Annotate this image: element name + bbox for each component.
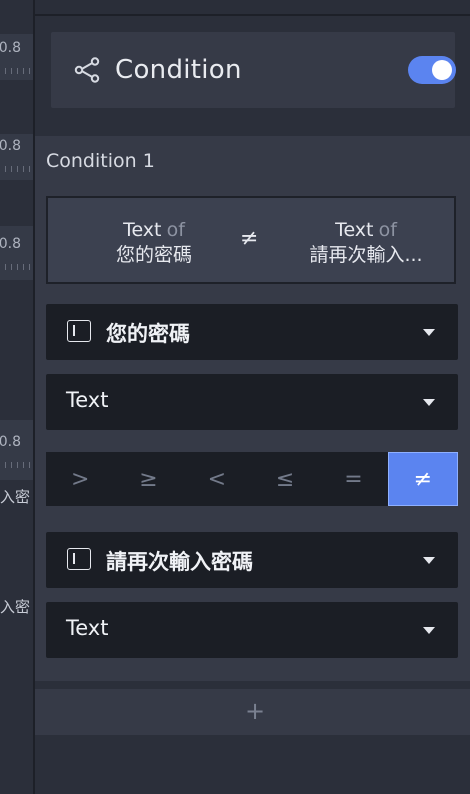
text-field-icon bbox=[67, 320, 91, 342]
summary-right-field: 請再次輸入... bbox=[309, 244, 423, 266]
summary-right-of: of bbox=[378, 219, 397, 241]
canvas-label: 入密 bbox=[0, 598, 31, 616]
right-type-select[interactable]: Text bbox=[46, 602, 458, 658]
right-field-select-label: 請再次輸入密碼 bbox=[106, 550, 253, 574]
canvas-ticks bbox=[0, 264, 33, 270]
condition-summary[interactable]: Text of 您的密碼 ≠ Text of 請再次輸入... bbox=[46, 196, 456, 284]
left-field-select-label: 您的密碼 bbox=[106, 322, 190, 346]
canvas-value: 0.8 bbox=[0, 40, 21, 56]
canvas-value: 0.8 bbox=[0, 434, 21, 450]
summary-operator: ≠ bbox=[240, 226, 259, 251]
left-type-select[interactable]: Text bbox=[46, 374, 458, 430]
left-field-select[interactable]: 您的密碼 bbox=[46, 304, 458, 360]
text-field-icon bbox=[67, 548, 91, 570]
operator-selector: > ≥ < ≤ = ≠ bbox=[46, 452, 458, 506]
panel-title: Condition bbox=[115, 55, 242, 85]
canvas-value: 0.8 bbox=[0, 138, 21, 154]
caret-down-icon bbox=[423, 557, 435, 564]
summary-left-field: 您的密碼 bbox=[115, 244, 192, 266]
operator-greater-than[interactable]: > bbox=[46, 452, 114, 506]
operator-less-equal[interactable]: ≤ bbox=[251, 452, 319, 506]
condition-label: Condition 1 bbox=[46, 150, 155, 172]
canvas-card[interactable]: 0.8 bbox=[0, 34, 33, 80]
condition-panel: Condition Condition 1 Text of 您的密碼 ≠ Tex… bbox=[35, 16, 470, 794]
summary-right-type: Text bbox=[335, 219, 374, 241]
summary-left-of: of bbox=[166, 219, 185, 241]
condition-section: Condition 1 Text of 您的密碼 ≠ Text of 請再次輸入… bbox=[35, 136, 470, 681]
summary-left-type: Text bbox=[123, 219, 162, 241]
canvas-card[interactable]: 0.8 bbox=[0, 226, 33, 280]
caret-down-icon bbox=[423, 627, 435, 634]
canvas-label: 入密 bbox=[0, 488, 31, 506]
operator-less-than[interactable]: < bbox=[183, 452, 251, 506]
condition-header: Condition bbox=[51, 32, 456, 108]
add-condition-button[interactable]: + bbox=[35, 689, 470, 735]
left-type-select-label: Text bbox=[66, 388, 109, 412]
canvas-ticks bbox=[0, 68, 33, 74]
canvas-card[interactable]: 0.8 bbox=[0, 420, 33, 480]
operator-equal[interactable]: = bbox=[319, 452, 387, 506]
caret-down-icon bbox=[423, 329, 435, 336]
right-type-select-label: Text bbox=[66, 616, 109, 640]
operator-not-equal[interactable]: ≠ bbox=[387, 452, 458, 506]
toggle-knob bbox=[432, 60, 452, 80]
plus-icon: + bbox=[245, 697, 266, 725]
canvas-value: 0.8 bbox=[0, 236, 21, 252]
canvas-ticks bbox=[0, 462, 33, 468]
operator-greater-equal[interactable]: ≥ bbox=[114, 452, 182, 506]
canvas-card[interactable]: 0.8 bbox=[0, 134, 33, 180]
caret-down-icon bbox=[423, 399, 435, 406]
condition-toggle[interactable] bbox=[408, 56, 456, 84]
summary-left-operand: Text of 您的密碼 bbox=[54, 218, 254, 267]
canvas-strip: 0.8 0.8 0.8 0.8 入密 入密 bbox=[0, 0, 33, 794]
share-nodes-icon bbox=[74, 57, 100, 83]
right-field-select[interactable]: 請再次輸入密碼 bbox=[46, 532, 458, 588]
canvas-ticks bbox=[0, 166, 33, 172]
summary-right-operand: Text of 請再次輸入... bbox=[286, 218, 446, 267]
